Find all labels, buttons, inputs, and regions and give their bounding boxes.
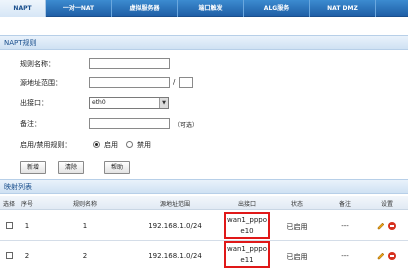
column-header-index: 序号 — [20, 201, 33, 208]
column-header-src-range: 源地址范围 — [159, 201, 190, 208]
clear-button[interactable]: 清除 — [58, 161, 84, 174]
edit-pencil-icon[interactable] — [377, 222, 385, 230]
src-range-label: 源地址范围： — [20, 79, 62, 87]
column-header-settings: 设置 — [380, 201, 393, 208]
mapping-list-section-title: 映射列表 — [0, 179, 408, 194]
src-range-end-input[interactable] — [179, 77, 193, 88]
table-row: 1 1 192.168.1.0/24 wan1_pppo e10 已启用 --- — [0, 211, 408, 241]
row-select-checkbox[interactable] — [6, 222, 13, 229]
tab-port-trigger[interactable]: 端口触发 — [178, 0, 244, 17]
out-iface-row: 出接口： eth0 ▼ — [0, 95, 408, 110]
disable-radio-label: 禁用 — [137, 141, 151, 149]
row-status: 已启用 — [286, 253, 308, 261]
row-index: 2 — [24, 252, 30, 260]
row-out-iface-highlight: wan1_pppo e11 — [224, 241, 270, 268]
row-out-iface-line2: e10 — [240, 227, 254, 235]
row-out-iface-line1: wan1_pppo — [226, 216, 268, 224]
row-note: --- — [341, 222, 349, 230]
out-iface-select[interactable]: eth0 ▼ — [89, 97, 169, 109]
tab-napt[interactable]: NAPT — [0, 0, 46, 17]
column-header-rule-name: 规则名称 — [72, 201, 97, 208]
tab-bar: NAPT 一对一NAT 虚拟服务器 端口触发 ALG服务 NAT DMZ — [0, 0, 408, 17]
tab-nat-dmz[interactable]: NAT DMZ — [310, 0, 376, 17]
enable-radio[interactable] — [93, 141, 100, 148]
rule-name-input[interactable] — [89, 58, 170, 69]
row-out-iface-line2: e11 — [240, 256, 254, 264]
delete-icon[interactable] — [388, 252, 396, 260]
enable-radio-label: 启用 — [104, 141, 118, 149]
src-range-row: 源地址范围： / — [0, 75, 408, 90]
table-row: 2 2 192.168.1.0/24 wan1_pppo e11 已启用 --- — [0, 241, 408, 270]
help-button[interactable]: 帮助 — [104, 161, 130, 174]
column-header-status: 状态 — [290, 201, 303, 208]
enable-label: 启用/禁用规则： — [20, 141, 72, 149]
note-label: 备注： — [20, 120, 41, 128]
note-optional-hint: （可选） — [174, 122, 199, 129]
tab-one-to-one-nat[interactable]: 一对一NAT — [46, 0, 112, 17]
row-out-iface-line1: wan1_pppo — [226, 245, 268, 253]
src-range-separator: / — [173, 78, 176, 86]
row-note: --- — [341, 252, 349, 260]
delete-icon[interactable] — [388, 222, 396, 230]
row-rule-name: 2 — [82, 252, 88, 260]
add-button[interactable]: 新增 — [20, 161, 46, 174]
tab-alg-service[interactable]: ALG服务 — [244, 0, 310, 17]
row-select-checkbox[interactable] — [6, 252, 13, 259]
row-rule-name: 1 — [82, 222, 88, 230]
mapping-table-header: 选择 序号 规则名称 源地址范围 出接口 状态 备注 设置 — [0, 196, 408, 210]
column-header-out-iface: 出接口 — [237, 201, 256, 208]
disable-radio[interactable] — [126, 141, 133, 148]
row-index: 1 — [24, 222, 30, 230]
note-input[interactable] — [89, 118, 170, 129]
tab-virtual-server[interactable]: 虚拟服务器 — [112, 0, 178, 17]
napt-rule-section-title: NAPT规则 — [0, 35, 408, 50]
enable-row: 启用/禁用规则： 启用 禁用 — [0, 137, 408, 152]
row-src-range: 192.168.1.0/24 — [148, 222, 202, 230]
rule-name-row: 规则名称： — [0, 56, 408, 71]
src-range-start-input[interactable] — [89, 77, 170, 88]
row-src-range: 192.168.1.0/24 — [148, 252, 202, 260]
row-out-iface-highlight: wan1_pppo e10 — [224, 212, 270, 239]
chevron-down-icon[interactable]: ▼ — [159, 98, 168, 108]
row-status: 已启用 — [286, 223, 308, 231]
edit-pencil-icon[interactable] — [377, 252, 385, 260]
out-iface-selected-value: eth0 — [92, 99, 106, 106]
note-row: 备注： （可选） — [0, 116, 408, 131]
out-iface-label: 出接口： — [20, 99, 48, 107]
column-header-note: 备注 — [338, 201, 351, 208]
rule-name-label: 规则名称： — [20, 60, 55, 68]
column-header-select: 选择 — [2, 201, 15, 208]
